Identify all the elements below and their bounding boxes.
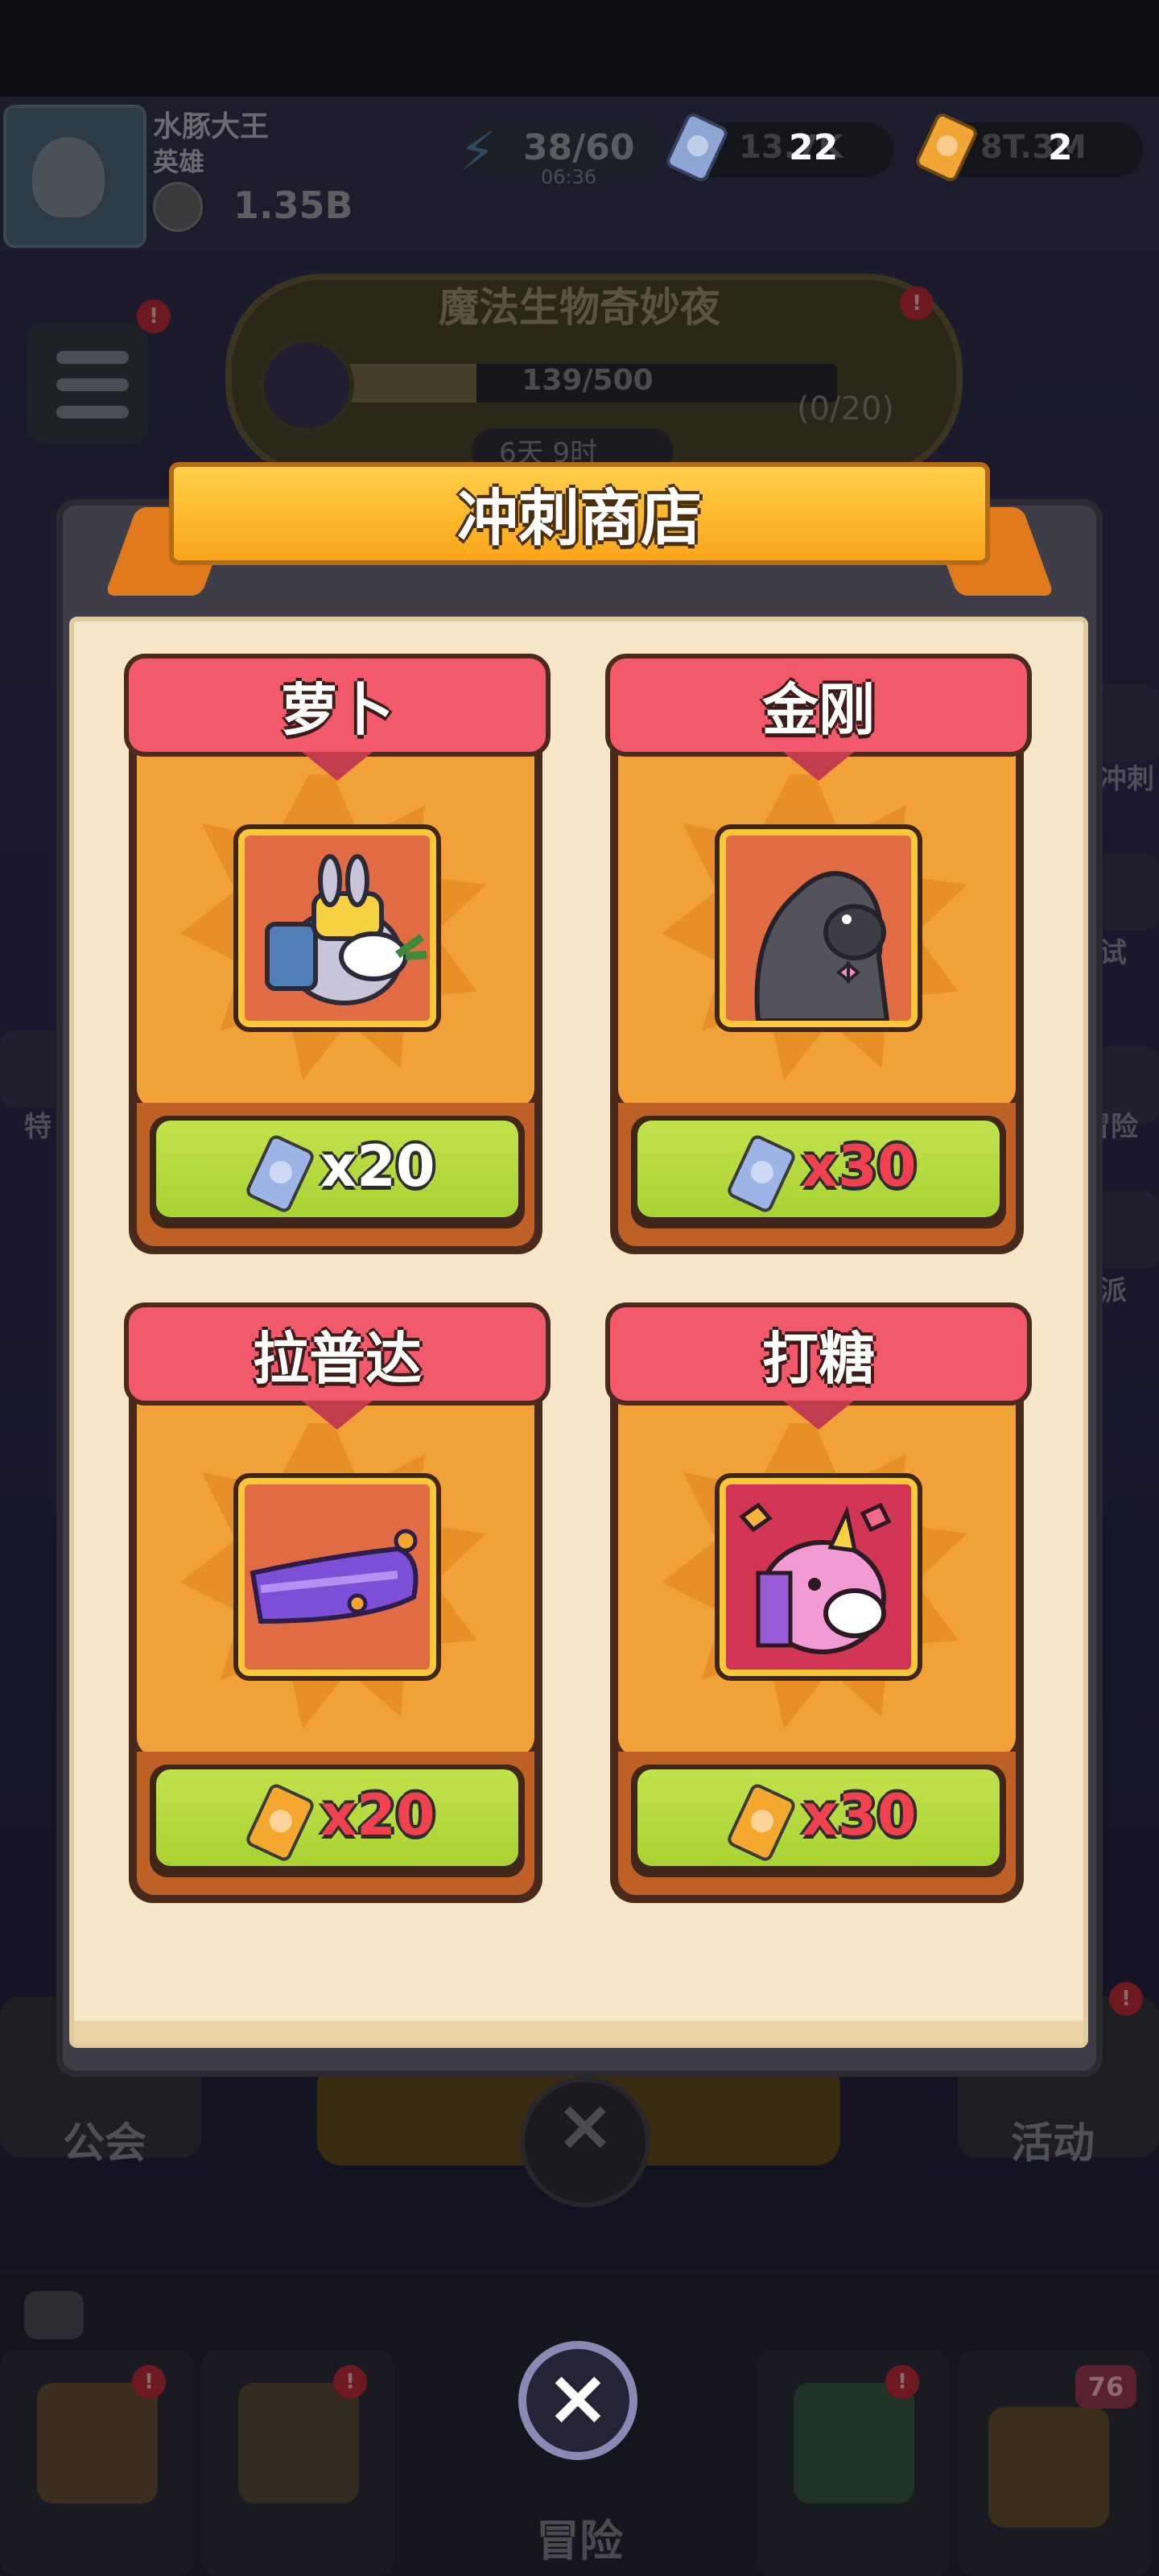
card-header-arrow: [783, 1401, 854, 1430]
pinata-unicorn-icon: [739, 1502, 892, 1654]
close-icon: ×: [545, 2352, 611, 2442]
item-image: [720, 829, 918, 1027]
side-label-right-2: 试: [1099, 937, 1127, 969]
item-price: x30: [802, 1782, 917, 1848]
power-value: 1.35B: [233, 184, 353, 227]
start-center-x-icon: ×: [555, 2083, 615, 2166]
blue-ticket-count: 22: [789, 127, 839, 168]
adventure-tab-label: 冒险: [536, 2516, 623, 2566]
player-name: 水豚大王: [153, 110, 270, 143]
item-price: x20: [320, 1133, 435, 1199]
lightning-icon: ⚡: [459, 121, 497, 183]
event-reward-count: (0/20): [797, 390, 895, 427]
activity-notification-dot: !: [1109, 1982, 1143, 2016]
shop-icon: [37, 2383, 158, 2504]
menu-icon-line: [56, 378, 129, 391]
card-header-arrow: [302, 1401, 373, 1430]
item-name: 拉普达: [253, 1326, 422, 1392]
item-price: x20: [320, 1782, 435, 1848]
item-name: 金刚: [762, 677, 875, 743]
menu-icon-line: [56, 351, 129, 364]
upgrade-icon: [794, 2383, 914, 2504]
item-name: 打糖: [762, 1326, 875, 1392]
magic-carpet-icon: [250, 1529, 419, 1624]
chest-count-badge: 76: [1075, 2365, 1136, 2409]
power-icon: [153, 182, 203, 232]
menu-notification-dot: !: [137, 299, 171, 333]
card-header-arrow: [783, 752, 854, 781]
chat-icon[interactable]: [24, 2291, 84, 2339]
radish-donkey-icon: [265, 854, 427, 1005]
item-image: [238, 1478, 436, 1676]
dialog-bottom-strip: [74, 2021, 1083, 2043]
activity-label: 活动: [1011, 2120, 1095, 2168]
gold-ticket-count: 2: [1048, 127, 1073, 168]
shop-notification-dot: !: [132, 2365, 166, 2399]
side-label-left: 特: [24, 1111, 52, 1143]
dialog-title: 冲刺商店: [457, 482, 702, 554]
item-image: [720, 1478, 918, 1676]
event-title: 魔法生物奇妙夜: [439, 284, 720, 331]
card-header-arrow: [302, 752, 373, 781]
energy-value: 38/60: [523, 127, 635, 168]
avatar-face: [32, 137, 105, 217]
event-notification-dot: !: [900, 287, 934, 320]
player-rank: 英雄: [153, 147, 205, 177]
equipment-notification-dot: !: [333, 2365, 367, 2399]
item-price: x30: [802, 1133, 917, 1199]
item-name: 萝卜: [281, 677, 394, 743]
item-image: [238, 829, 436, 1027]
side-label-right-4: 派: [1099, 1275, 1127, 1307]
event-progress-text: 139/500: [522, 364, 654, 397]
menu-icon-line: [56, 406, 129, 419]
upgrade-notification-dot: !: [885, 2365, 919, 2399]
guild-label: 公会: [63, 2120, 147, 2168]
energy-timer: 06:36: [541, 166, 597, 188]
top-strip: [0, 0, 1159, 97]
helmet-icon: [238, 2383, 359, 2504]
side-label-right-1: 冲刺: [1099, 763, 1154, 795]
gorilla-icon: [754, 871, 890, 1023]
